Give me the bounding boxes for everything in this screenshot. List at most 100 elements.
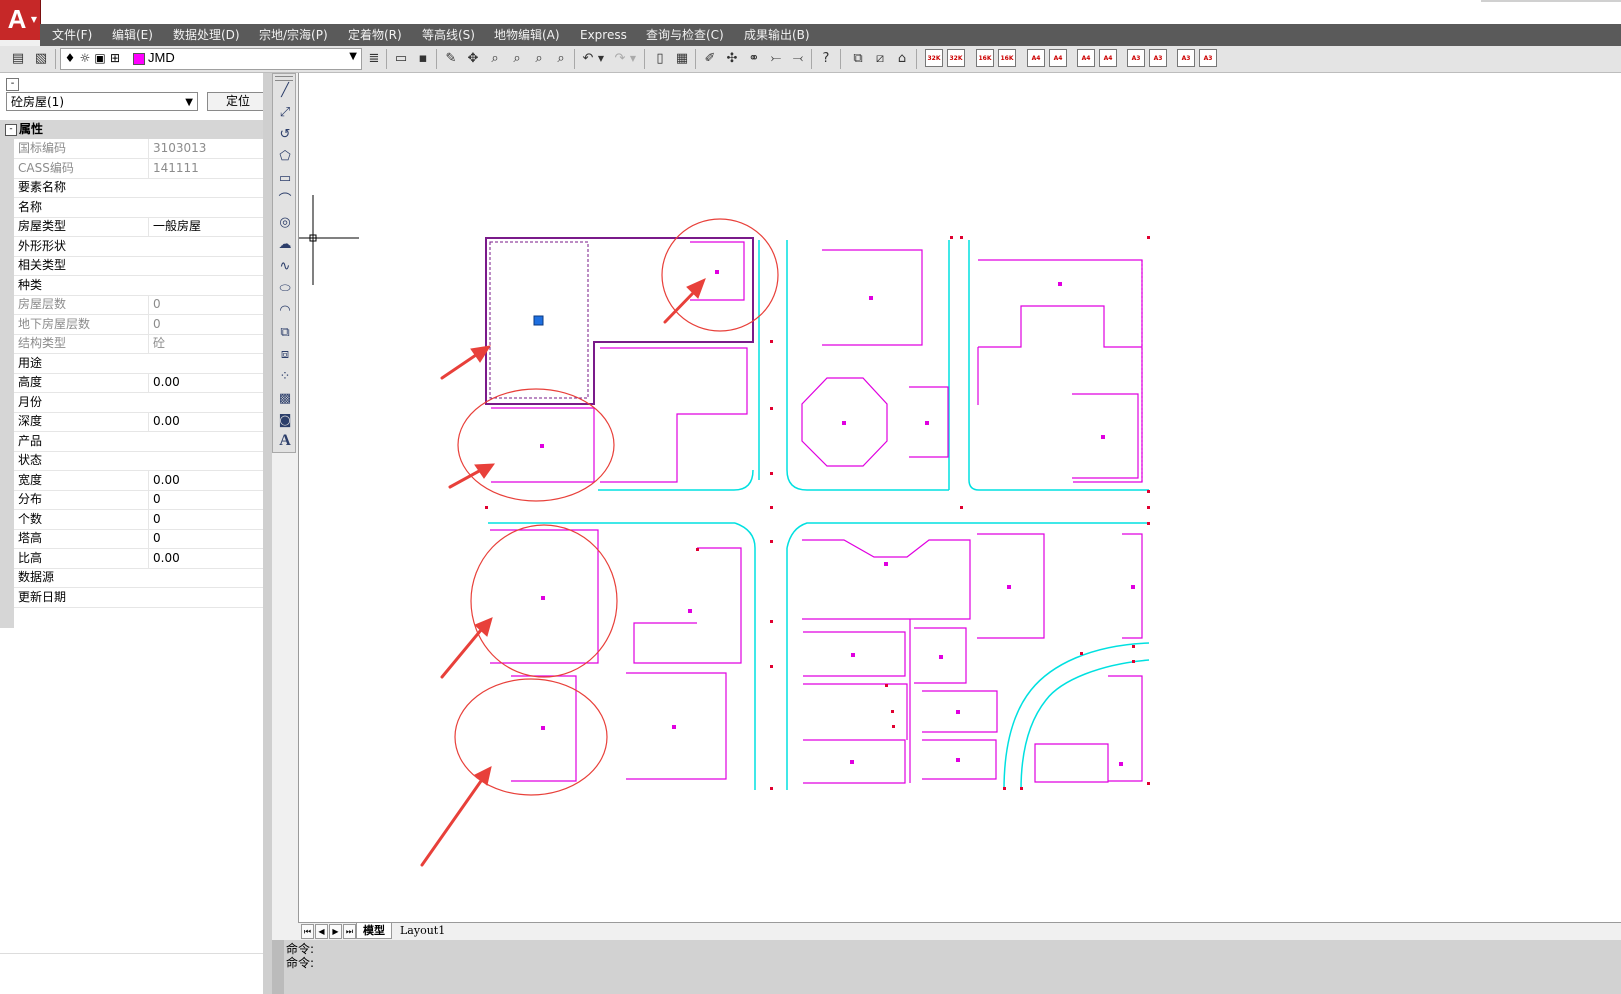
zoom-previous-icon[interactable]: ⌕ [551,49,571,69]
menu-contours[interactable]: 等高线(S) [416,24,481,46]
circle-icon[interactable]: ◎ [276,214,294,232]
chevron-down-icon[interactable]: ▼ [596,49,606,69]
property-row[interactable]: 塔高 0 [14,529,271,549]
line-icon[interactable]: ╱ [276,82,294,100]
property-row[interactable]: 地下房屋层数 0 [14,314,271,335]
property-row[interactable]: 用途 [14,354,271,374]
menu-feature-edit[interactable]: 地物编辑(A) [488,24,566,46]
property-row[interactable]: 宽度 0.00 [14,470,273,491]
tab-prev-icon[interactable]: ◀ [315,924,328,939]
property-row[interactable]: 分布 0 [14,490,271,510]
scale-button-16k[interactable]: 16K [976,49,994,67]
zoom-realtime-icon[interactable]: ⌕ [485,49,505,69]
copy-icon[interactable]: ⚭ [744,49,764,69]
zoom-window-icon[interactable]: ⌕ [507,49,527,69]
property-row[interactable]: 房屋层数 0 [14,295,271,315]
frame-home-icon[interactable]: ⌂ [892,49,912,69]
frame-icon[interactable]: ⧉ [848,49,868,69]
scale-button-32k-b[interactable]: 32K [947,49,965,67]
property-row[interactable]: 种类 [14,276,271,296]
property-row[interactable]: 要素名称 [14,178,271,198]
scale-button-a3-d[interactable]: A3 [1199,49,1217,67]
redo-icon[interactable]: ↷ [610,49,630,69]
scale-button-a4-b[interactable]: A4 [1049,49,1067,67]
tab-layout1[interactable]: Layout1 [394,923,451,938]
property-row[interactable]: 国标编码 3103013 [14,139,271,159]
open-icon[interactable]: ▭ [391,49,411,69]
property-value[interactable]: 0.00 [148,373,273,392]
command-prompt[interactable]: 命令: [286,956,314,970]
brush-icon[interactable]: ✐ [700,49,720,69]
point-icon[interactable]: ⁘ [276,368,294,386]
property-row[interactable]: 状态 [14,451,271,471]
scale-button-a3-b[interactable]: A3 [1149,49,1167,67]
property-row[interactable]: 比高 0.00 [14,548,273,569]
command-line-grip[interactable] [272,940,284,994]
sheet-icon[interactable]: ▯ [650,49,670,69]
move-icon[interactable]: ✣ [722,49,742,69]
text-icon[interactable]: A [276,432,294,450]
revision-cloud-icon[interactable]: ☁ [276,236,294,254]
property-row[interactable]: 高度 0.00 [14,373,271,393]
property-row[interactable]: 外形形状 [14,237,271,257]
property-row[interactable]: 数据源 [14,568,271,588]
property-row[interactable]: 月份 [14,393,271,413]
hatch-icon[interactable]: ▩ [276,390,294,408]
attribute-section-header[interactable]: - 属性 [0,120,271,139]
property-row[interactable]: 相关类型 [14,256,271,276]
pencil-icon[interactable]: ✎ [441,49,461,69]
property-value[interactable]: 0.00 [148,548,273,568]
property-value[interactable]: 一般房屋 [148,217,273,236]
tab-first-icon[interactable]: ⏮ [301,924,314,939]
section-toggle-icon[interactable]: - [5,124,17,136]
undo-icon[interactable]: ↶ [578,49,598,69]
entity-select[interactable]: 砼房屋(1) ▼ [6,92,198,111]
menu-file[interactable]: 文件(F) [46,24,98,46]
insert-block-icon[interactable]: ⧉ [276,324,294,342]
region-icon[interactable]: ◙ [276,412,294,430]
menu-output[interactable]: 成果输出(B) [738,24,816,46]
property-row[interactable]: 产品 [14,432,271,452]
make-block-icon[interactable]: ⧈ [276,346,294,364]
construction-line-icon[interactable]: ⤢ [276,104,294,122]
property-value[interactable]: 0 [148,490,273,509]
menu-edit[interactable]: 编辑(E) [106,24,159,46]
help-icon[interactable]: ? [816,49,836,69]
pan-icon[interactable]: ✥ [463,49,483,69]
scale-button-a4[interactable]: A4 [1027,49,1045,67]
trim-icon[interactable]: ⤚ [766,49,786,69]
ellipse-arc-icon[interactable]: ◠ [276,302,294,320]
drawing-canvas[interactable] [298,73,1621,922]
panel-collapse-button[interactable]: - [6,78,19,91]
property-value[interactable]: 0.00 [148,412,273,431]
menu-parcel[interactable]: 宗地/宗海(P) [253,24,334,46]
scale-button-16k-b[interactable]: 16K [998,49,1016,67]
layer-manager-icon[interactable]: ▤ [8,49,28,69]
scale-button-32k[interactable]: 32K [925,49,943,67]
property-row[interactable]: CASS编码 141111 [14,158,271,179]
menu-query-check[interactable]: 查询与检查(C) [640,24,730,46]
command-line[interactable]: 命令: 命令: [284,940,1621,994]
ellipse-icon[interactable]: ⬭ [276,280,294,298]
layer-state-icon[interactable]: ▧ [31,49,51,69]
property-row[interactable]: 名称 [14,198,271,218]
toolbar-grip[interactable] [275,76,293,81]
properties-icon[interactable]: ≣ [364,49,384,69]
tab-last-icon[interactable]: ⏭ [343,924,356,939]
property-row[interactable]: 结构类型 砼 [14,334,271,354]
extend-icon[interactable]: ⤙ [788,49,808,69]
scale-button-a4-d[interactable]: A4 [1099,49,1117,67]
application-menu-button[interactable]: A ▼ [0,0,41,40]
polygon-icon[interactable]: ⬠ [276,148,294,166]
property-value[interactable]: 0.00 [148,470,273,490]
property-row[interactable]: 深度 0.00 [14,412,271,432]
panel-splitter[interactable] [263,73,272,994]
property-row[interactable]: 房屋类型 一般房屋 [14,217,271,237]
tab-next-icon[interactable]: ▶ [329,924,342,939]
scale-button-a4-c[interactable]: A4 [1077,49,1095,67]
zoom-extents-icon[interactable]: ⌕ [529,49,549,69]
frame-delete-icon[interactable]: ⧄ [870,49,890,69]
layer-dropdown[interactable]: ♦ ☼ ▣ ⊞ JMD ▼ [60,48,362,70]
rectangle-icon[interactable]: ▭ [276,170,294,188]
scale-button-a3[interactable]: A3 [1127,49,1145,67]
